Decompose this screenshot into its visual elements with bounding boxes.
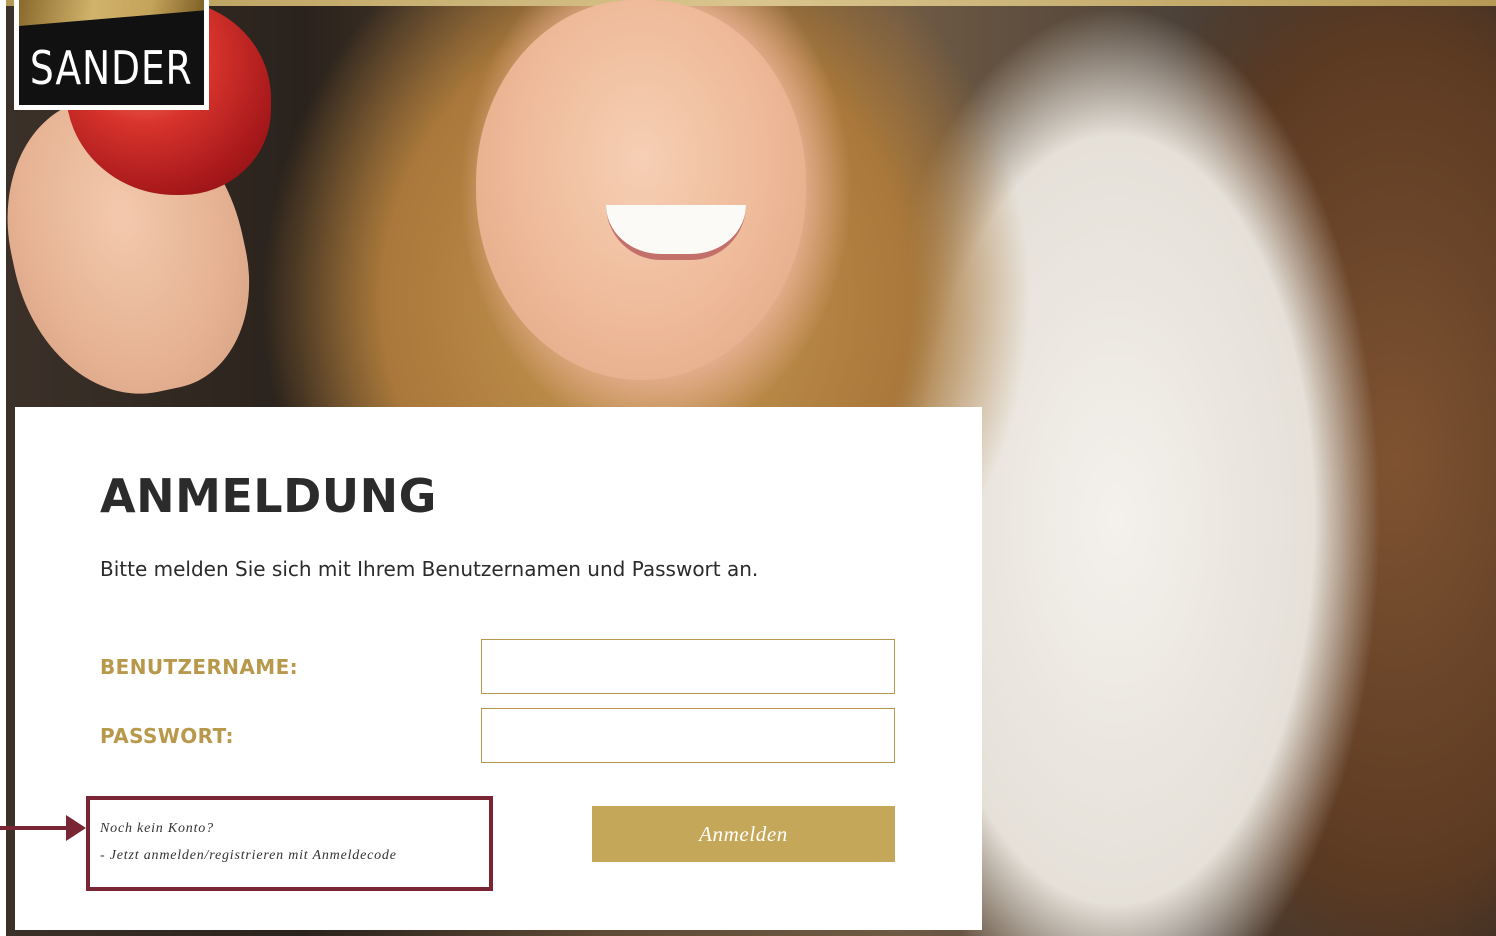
password-label: PASSWORT: [100,724,234,748]
logo-badge: SANDER [19,0,204,105]
login-button[interactable]: Anmelden [592,806,895,862]
annotation-arrow-line [0,826,72,830]
username-input[interactable] [481,639,895,694]
password-input[interactable] [481,708,895,763]
logo-text: SANDER [30,41,193,95]
login-instructions: Bitte melden Sie sich mit Ihrem Benutzer… [100,557,759,581]
smiling-girl [476,0,806,380]
annotation-arrow-icon [66,815,86,841]
brand-logo[interactable]: SANDER [14,0,209,110]
annotation-highlight-box [86,796,493,891]
page-title: ANMELDUNG [100,469,437,523]
username-label: BENUTZERNAME: [100,655,299,679]
